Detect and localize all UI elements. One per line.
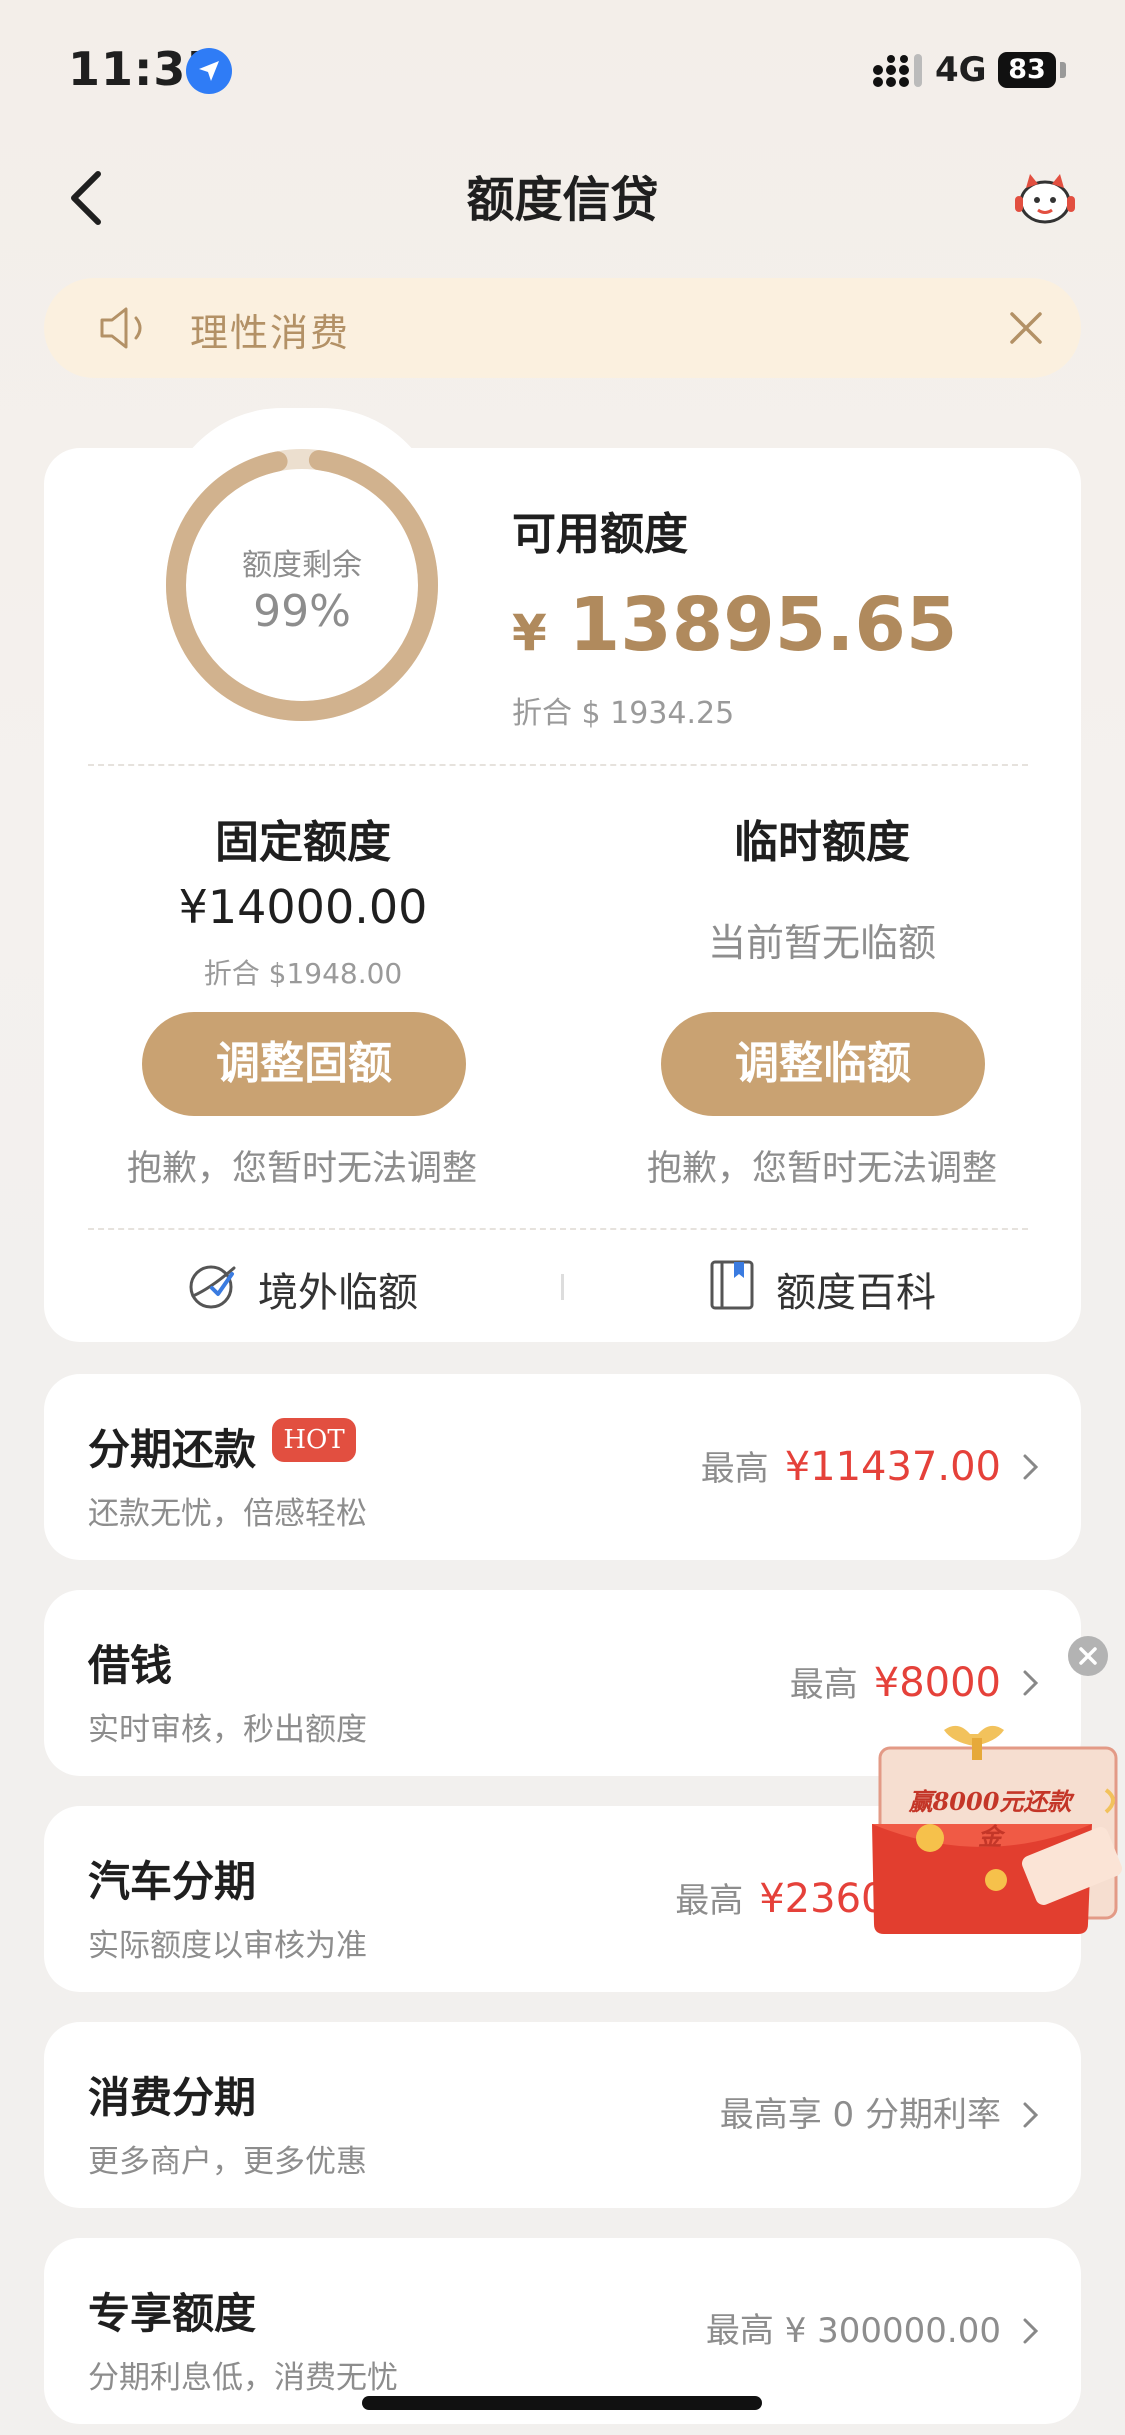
battery-tip	[1060, 62, 1066, 78]
book-icon[interactable]	[708, 1258, 758, 1312]
list-item-subtitle: 实时审核，秒出额度	[88, 1712, 367, 1748]
notice-bar: 理性消费	[44, 278, 1081, 378]
list-item-title: 分期还款	[88, 1425, 257, 1474]
wiki-link[interactable]: 额度百科	[776, 1260, 936, 1318]
close-icon[interactable]	[1006, 308, 1046, 348]
page-title: 额度信贷	[466, 172, 659, 228]
chevron-right-icon	[1023, 1454, 1039, 1480]
available-amount: ¥13895.65	[512, 582, 957, 668]
globe-plane-icon[interactable]	[186, 1258, 240, 1312]
value-prefix: 最高	[700, 1449, 769, 1489]
promo-text: 赢8000元还款金	[908, 1787, 1072, 1851]
remaining-ring	[166, 449, 438, 721]
home-indicator	[362, 2396, 762, 2410]
divider	[88, 1228, 1028, 1230]
ring-label: 额度剩余	[242, 548, 362, 583]
value-prefix: 最高 ¥ 300000.00	[705, 2311, 1001, 2351]
vertical-divider	[561, 1274, 564, 1300]
overseas-link[interactable]: 境外临额	[258, 1260, 418, 1318]
available-value: 13895.65	[568, 582, 958, 668]
notice-text: 理性消费	[190, 311, 351, 355]
temporary-status: 当前暂无临额	[707, 921, 936, 965]
fixed-amount: ¥14000.00	[178, 880, 428, 934]
value-prefix: 最高享 0 分期利率	[719, 2095, 1001, 2135]
available-label: 可用额度	[512, 509, 688, 560]
list-item-title: 消费分期	[88, 2073, 257, 2122]
value-amount: ¥8000	[873, 1660, 1001, 1706]
available-converted: 折合 $ 1934.25	[512, 696, 735, 731]
value-amount: ¥11437.00	[784, 1444, 1001, 1490]
ring-percent: 99%	[253, 586, 351, 637]
fixed-note: 抱歉，您暂时无法调整	[126, 1149, 477, 1189]
signal-icon	[873, 54, 922, 87]
list-item-value: 最高 ¥11437.00	[701, 1374, 1001, 1560]
list-item-subtitle: 还款无忧，倍感轻松	[88, 1496, 367, 1532]
divider	[88, 764, 1028, 766]
chevron-right-icon	[1023, 1670, 1039, 1696]
customer-service-mascot-icon[interactable]	[1012, 168, 1078, 228]
fixed-converted: 折合 $1948.00	[203, 957, 403, 990]
value-prefix: 最高	[675, 1881, 744, 1921]
promo-close-icon[interactable]	[1068, 1636, 1108, 1676]
chevron-right-icon	[1023, 2318, 1039, 2344]
network-type: 4G	[935, 50, 987, 90]
list-item-title: 借钱	[88, 1641, 173, 1690]
hot-badge: HOT	[272, 1418, 356, 1462]
battery-icon: 83	[998, 52, 1056, 88]
location-arrow-icon	[186, 48, 232, 94]
speaker-icon	[100, 307, 142, 349]
list-item-title: 汽车分期	[88, 1857, 257, 1906]
list-item-subtitle: 更多商户，更多优惠	[88, 2144, 367, 2180]
value-prefix: 最高	[789, 1665, 858, 1705]
list-item-consumer-installment[interactable]: 消费分期 更多商户，更多优惠 最高享 0 分期利率	[44, 2022, 1081, 2208]
list-item-value: 最高享 0 分期利率	[720, 2022, 1001, 2208]
list-item-subtitle: 分期利息低，消费无忧	[88, 2360, 398, 2396]
currency-symbol: ¥	[512, 604, 547, 662]
list-item-title: 专享额度	[88, 2289, 257, 2338]
status-bar: 11:35 4G 83	[0, 0, 1125, 130]
list-item-installment-repay[interactable]: 分期还款 HOT 还款无忧，倍感轻松 最高 ¥11437.00	[44, 1374, 1081, 1560]
temporary-note: 抱歉，您暂时无法调整	[646, 1149, 997, 1189]
list-item-subtitle: 实际额度以审核为准	[88, 1928, 367, 1964]
temporary-title: 临时额度	[734, 817, 910, 868]
adjust-temporary-button[interactable]: 调整临额	[661, 1012, 985, 1116]
adjust-fixed-button[interactable]: 调整固额	[142, 1012, 466, 1116]
chevron-right-icon	[1023, 2102, 1039, 2128]
fixed-title: 固定额度	[215, 817, 391, 868]
